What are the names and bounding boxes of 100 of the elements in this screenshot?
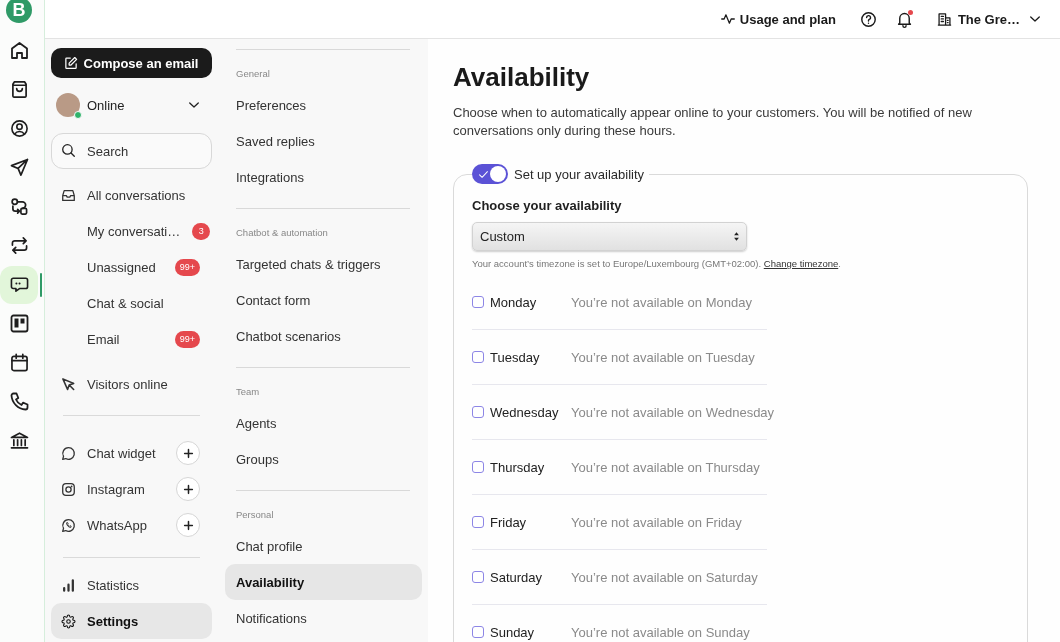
- phone-bubble-icon: [62, 518, 75, 532]
- day-checkbox[interactable]: [472, 516, 484, 528]
- plus-icon: [183, 448, 193, 458]
- page-description: Choose when to automatically appear online to your customers. You will be notified of new conversations only during these hours.: [453, 104, 973, 140]
- bell-icon: [897, 11, 913, 27]
- nav-item[interactable]: Email 99+: [51, 321, 212, 357]
- nav-item[interactable]: Unassigned 99+: [51, 249, 212, 285]
- availability-status: You’re not available on Wednesday: [571, 404, 775, 420]
- compose-button[interactable]: Compose an email: [51, 48, 212, 78]
- add-button[interactable]: [176, 441, 200, 465]
- speech-bubble-icon: [62, 446, 75, 460]
- field-label: Choose your availability: [472, 197, 623, 215]
- status-dropdown[interactable]: Online: [51, 87, 212, 123]
- day-label: Thursday: [490, 459, 546, 475]
- section-label: General: [235, 67, 271, 81]
- count-badge: 3: [192, 222, 211, 240]
- menu-item[interactable]: Integrations: [225, 159, 422, 195]
- day-label: Friday: [490, 514, 528, 530]
- search-field[interactable]: Search: [51, 133, 212, 169]
- availability-status: You’re not available on Saturday: [571, 569, 758, 585]
- day-checkbox[interactable]: [472, 461, 484, 473]
- nav-item[interactable]: Visitors online: [51, 366, 212, 402]
- menu-item[interactable]: Groups: [225, 441, 422, 477]
- building-icon: [937, 12, 951, 26]
- menu-item[interactable]: Contact form: [225, 282, 422, 318]
- board-icon: [10, 315, 28, 332]
- usage-button[interactable]: Usage and plan: [720, 11, 836, 27]
- account-button[interactable]: The Gre…: [937, 11, 1040, 27]
- cursor-icon: [62, 377, 75, 391]
- chevron-down-icon: [189, 100, 199, 110]
- workflow-icon: [10, 198, 28, 215]
- nav-item[interactable]: Instagram: [51, 471, 176, 507]
- toggle-label: Set up your availability: [514, 166, 645, 182]
- availability-select[interactable]: Custom: [472, 222, 747, 251]
- repeat-icon: [10, 237, 28, 254]
- camera-icon: [62, 482, 75, 496]
- edit-icon: [64, 57, 77, 69]
- phone-icon: [10, 393, 28, 410]
- day-label: Tuesday: [490, 349, 541, 365]
- avatar: [56, 93, 80, 117]
- nav-item[interactable]: Statistics: [51, 567, 212, 603]
- help-icon: [861, 11, 877, 27]
- user-circle-icon: [10, 120, 28, 137]
- calendar-icon: [10, 354, 28, 371]
- day-label: Monday: [490, 294, 538, 310]
- day-label: Wednesday: [490, 404, 560, 420]
- menu-item[interactable]: Saved replies: [225, 123, 422, 159]
- availability-status: You’re not available on Thursday: [571, 459, 760, 475]
- plus-icon: [183, 484, 193, 494]
- bank-icon: [10, 432, 28, 449]
- nav-item[interactable]: Chat & social: [51, 285, 212, 321]
- add-button[interactable]: [176, 513, 200, 537]
- nav-item[interactable]: Chat widget: [51, 435, 176, 471]
- menu-item[interactable]: Agents: [225, 405, 422, 441]
- day-checkbox[interactable]: [472, 351, 484, 363]
- active-indicator: [40, 272, 42, 297]
- logo: B: [6, 0, 32, 23]
- day-checkbox[interactable]: [472, 406, 484, 418]
- bar-chart-icon: [62, 578, 75, 592]
- availability-status: You’re not available on Sunday: [571, 624, 750, 640]
- count-badge: 99+: [174, 258, 200, 276]
- menu-item[interactable]: Chatbot scenarios: [225, 318, 422, 354]
- day-checkbox[interactable]: [472, 626, 484, 638]
- section-label: Personal: [235, 508, 275, 522]
- search-icon: [62, 144, 75, 157]
- nav-item[interactable]: My conversati… 3: [51, 213, 212, 249]
- chevron-down-icon: [1030, 14, 1040, 24]
- day-checkbox[interactable]: [472, 296, 484, 308]
- help-button[interactable]: [860, 11, 877, 27]
- menu-item[interactable]: Chat profile: [225, 528, 422, 564]
- availability-status: You’re not available on Tuesday: [571, 349, 755, 365]
- notifications-button[interactable]: [896, 11, 913, 27]
- check-icon: [479, 169, 488, 179]
- day-label: Saturday: [490, 569, 544, 585]
- menu-item[interactable]: Notifications: [225, 600, 422, 636]
- inbox-icon: [62, 188, 75, 202]
- day-checkbox[interactable]: [472, 571, 484, 583]
- select-arrows-icon: [732, 232, 741, 241]
- menu-item[interactable]: Targeted chats & triggers: [225, 246, 422, 282]
- add-button[interactable]: [176, 477, 200, 501]
- page-title: Availability: [453, 61, 591, 93]
- chat-button[interactable]: [0, 265, 38, 304]
- bag-icon: [10, 81, 28, 98]
- count-badge: 99+: [174, 330, 200, 348]
- menu-item[interactable]: Availability: [225, 564, 422, 600]
- chat-icon: [10, 276, 28, 293]
- nav-item[interactable]: All conversations: [51, 177, 212, 213]
- availability-toggle[interactable]: [472, 164, 508, 184]
- menu-item[interactable]: Preferences: [225, 87, 422, 123]
- home-icon: [10, 42, 28, 59]
- timezone-hint: Your account’s timezone is set to Europe/Luxembourg (GMT+02:00). Change timezone.: [472, 257, 842, 271]
- availability-status: You’re not available on Friday: [571, 514, 742, 530]
- plus-icon: [183, 520, 193, 530]
- gear-icon: [62, 614, 75, 628]
- nav-item[interactable]: Settings: [51, 603, 212, 639]
- section-label: Chatbot & automation: [235, 226, 329, 240]
- online-status-icon: [74, 111, 82, 119]
- activity-icon: [720, 12, 735, 26]
- availability-status: You’re not available on Monday: [571, 294, 752, 310]
- nav-item[interactable]: WhatsApp: [51, 507, 176, 543]
